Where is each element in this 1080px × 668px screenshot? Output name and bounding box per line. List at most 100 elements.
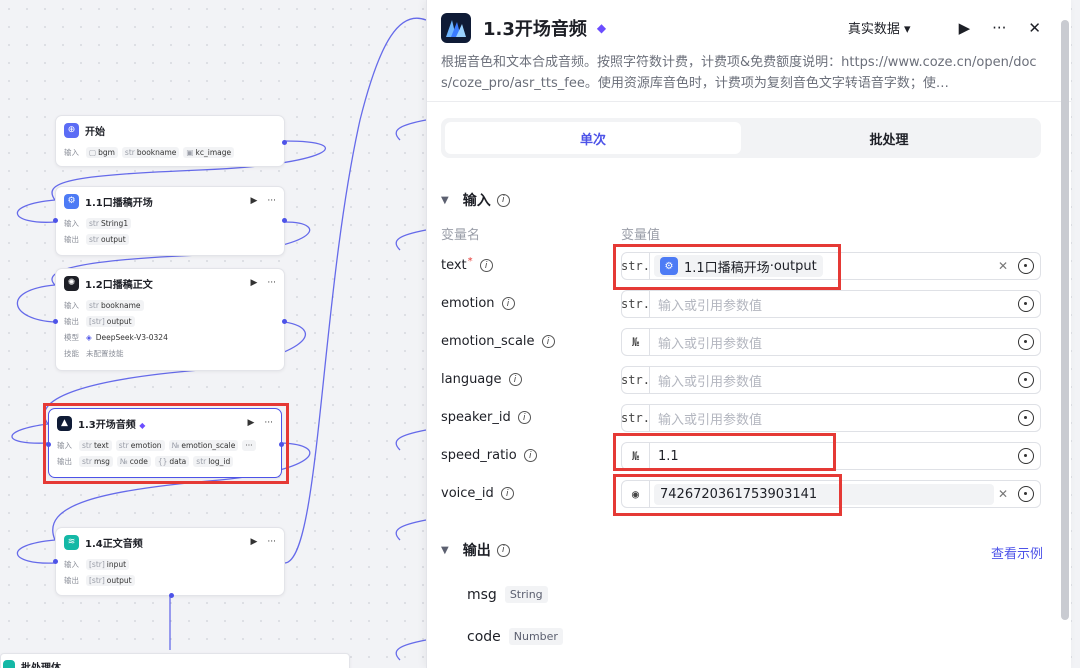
- output-label: 输出: [64, 316, 79, 326]
- language-field[interactable]: str. 输入或引用参数值: [621, 366, 1041, 394]
- scrollbar[interactable]: [1061, 20, 1069, 620]
- input-label: 输入: [64, 300, 79, 310]
- run-icon[interactable]: ▶: [250, 196, 257, 206]
- more-icon[interactable]: ···: [267, 196, 276, 206]
- clear-icon[interactable]: ✕: [998, 259, 1008, 273]
- panel-title: 1.3开场音频: [483, 19, 587, 40]
- node-1-1[interactable]: ⚙ 1.1口播稿开场 ▶ ··· 输入 str String1 输出 str outpu…: [53, 186, 287, 256]
- bottom-port[interactable]: [169, 593, 174, 598]
- emotion-scale-field[interactable]: № 输入或引用参数值: [621, 328, 1041, 356]
- type-badge: str.: [621, 367, 650, 393]
- node-title: 批处理体: [21, 662, 61, 668]
- view-example-link[interactable]: 查看示例: [991, 543, 1043, 562]
- play-icon[interactable]: ▶: [959, 19, 971, 37]
- output-label: 输出: [64, 575, 79, 585]
- more-icon[interactable]: ···: [992, 19, 1006, 37]
- model-icon: ◈: [86, 332, 92, 342]
- skill-value: 未配置技能: [86, 348, 124, 358]
- speaker-id-field[interactable]: str. 输入或引用参数值: [621, 404, 1041, 432]
- data-mode-dropdown[interactable]: 真实数据 ▾: [848, 18, 911, 37]
- input-port[interactable]: [53, 559, 58, 564]
- col-name-header: 变量名: [441, 228, 481, 243]
- input-label: 输入: [64, 218, 79, 228]
- type-badge: str.: [621, 291, 650, 317]
- info-icon: i: [508, 373, 522, 386]
- close-icon[interactable]: ✕: [1028, 19, 1041, 37]
- type-badge: №: [622, 329, 650, 355]
- target-icon[interactable]: [1018, 372, 1034, 388]
- info-icon: i: [479, 259, 493, 272]
- info-icon: i: [517, 411, 531, 424]
- info-icon: i: [501, 297, 515, 310]
- batch-icon: [3, 660, 15, 668]
- input-section-header[interactable]: ▼ 输入 i: [441, 190, 510, 210]
- model-label: 模型: [64, 332, 79, 342]
- param-row-speaker-id: speaker_id i str. 输入或引用参数值: [441, 404, 1041, 432]
- output-port[interactable]: [282, 218, 287, 223]
- target-icon[interactable]: [1018, 258, 1034, 274]
- divider: [427, 101, 1071, 102]
- target-icon[interactable]: [1018, 296, 1034, 312]
- output-name: code: [467, 628, 501, 645]
- highlight-box: [613, 433, 836, 471]
- run-icon[interactable]: ▶: [250, 537, 257, 547]
- run-icon[interactable]: ▶: [250, 278, 257, 288]
- node-batch-body[interactable]: 批处理体: [0, 653, 350, 668]
- node-title: 1.1口播稿开场: [85, 197, 153, 209]
- info-icon: i: [541, 335, 555, 348]
- param-name: speed_ratio: [441, 448, 517, 463]
- output-port[interactable]: [282, 319, 287, 324]
- param-name: emotion_scale: [441, 334, 535, 349]
- audio-logo-icon: [441, 13, 471, 43]
- param-name: speaker_id: [441, 410, 511, 425]
- param-chip: ▣ kc_image: [183, 146, 235, 158]
- llm-icon: ✺: [64, 275, 79, 291]
- param-chip: str String1: [86, 217, 132, 229]
- info-icon: i: [496, 543, 510, 557]
- param-chip: ▢ bgm: [86, 146, 118, 158]
- input-label: 输入: [64, 147, 79, 157]
- param-chip: str bookname: [121, 146, 180, 158]
- mode-tabs: 单次 批处理: [441, 118, 1041, 158]
- target-icon[interactable]: [1018, 448, 1034, 464]
- param-row-language: language i str. 输入或引用参数值: [441, 366, 1041, 394]
- input-label: 输入: [64, 559, 79, 569]
- chevron-down-icon: ▼: [441, 194, 449, 206]
- node-title: 开始: [85, 126, 105, 138]
- target-icon[interactable]: [1018, 410, 1034, 426]
- param-chip: str bookname: [86, 299, 144, 311]
- model-name: DeepSeek-V3-0324: [95, 332, 168, 342]
- input-port[interactable]: [53, 319, 58, 324]
- node-1-2[interactable]: ✺ 1.2口播稿正文 ▶ ··· 输入 str bookname 输出 [str] ou…: [53, 268, 287, 371]
- output-type: Number: [508, 628, 563, 645]
- output-port[interactable]: [282, 140, 287, 145]
- tab-single[interactable]: 单次: [445, 122, 741, 154]
- more-icon[interactable]: ···: [267, 278, 276, 288]
- param-name: language: [441, 372, 502, 387]
- node-1-4[interactable]: ≋ 1.4正文音频 ▶ ··· 输入 [str] input 输出 [str] outp…: [53, 527, 285, 598]
- plugin-icon: ⚙: [64, 193, 79, 209]
- node-title: 1.2口播稿正文: [85, 279, 153, 291]
- output-name: msg: [467, 586, 497, 603]
- param-chip: [str] output: [86, 574, 135, 586]
- param-name: text: [441, 258, 467, 273]
- target-icon[interactable]: [1018, 334, 1034, 350]
- info-icon: i: [496, 193, 510, 207]
- node-title: 1.4正文音频: [85, 538, 143, 550]
- info-icon: i: [500, 487, 514, 500]
- start-icon: ⊕: [64, 122, 79, 138]
- panel-description: 根据音色和文本合成音频。按照字符数计费，计费项&免费额度说明：https://w…: [441, 55, 1037, 91]
- tab-batch[interactable]: 批处理: [741, 122, 1037, 154]
- param-chip: str output: [86, 233, 129, 245]
- type-badge: str.: [621, 405, 650, 431]
- param-chip: [str] input: [86, 558, 130, 570]
- output-section-header[interactable]: ▼ 输出 i: [441, 540, 510, 560]
- clear-icon[interactable]: ✕: [998, 487, 1008, 501]
- target-icon[interactable]: [1018, 486, 1034, 502]
- node-start[interactable]: ⊕ 开始 输入 ▢ bgm str bookname ▣ kc_image: [55, 115, 287, 167]
- more-icon[interactable]: ···: [267, 537, 276, 547]
- emotion-field[interactable]: str. 输入或引用参数值: [621, 290, 1041, 318]
- param-name: emotion: [441, 296, 495, 311]
- input-port[interactable]: [53, 218, 58, 223]
- highlight-box: [613, 244, 841, 290]
